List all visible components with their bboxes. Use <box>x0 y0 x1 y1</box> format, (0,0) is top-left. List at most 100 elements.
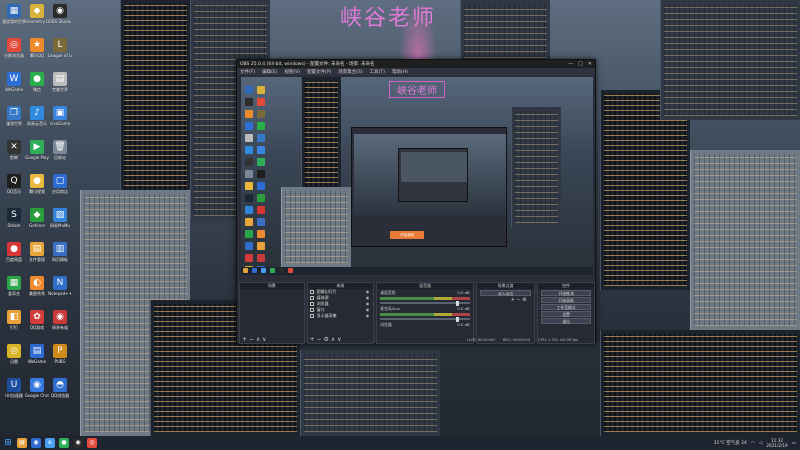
nested-preview <box>354 134 506 216</box>
desktop-icon[interactable]: ◉ OBS Studio <box>48 4 72 34</box>
desktop-icon[interactable]: ◎ 谷歌浏览器 <box>2 38 26 68</box>
wallpaper-building <box>600 330 800 436</box>
desktop-icon[interactable]: ♪ 网易云音乐 <box>25 106 49 136</box>
desktop-icon[interactable]: ▢ 应用商店 <box>48 174 72 204</box>
desktop-icon[interactable]: ▦ 漫游我的世界 <box>2 4 26 34</box>
transition-select[interactable]: 淡入淡出 <box>479 290 532 296</box>
desktop-icon[interactable]: ◎ 迅雷 <box>2 344 26 374</box>
desktop-icon-label: 回收站 <box>54 155 66 160</box>
taskbar-app-icon[interactable]: ◉ <box>31 438 41 448</box>
desktop-icon[interactable]: ▶ Google Play <box>25 140 49 170</box>
menu-help[interactable]: 帮助(H) <box>392 69 408 75</box>
desktop-icon[interactable]: ◆ Geforce <box>25 208 49 238</box>
desktop-icon[interactable]: ✿ QQ游戏 <box>25 310 49 340</box>
preview-icon <box>245 146 253 154</box>
desktop-icon-label: Google Play <box>25 155 49 160</box>
desktop-icon[interactable]: ▤ 文件管理 <box>25 242 49 272</box>
desktop-icon[interactable]: ◓ QQ浏览器 <box>48 378 72 408</box>
transitions-toolbar[interactable]: + − ⚙ <box>477 297 535 303</box>
menu-view[interactable]: 视图(V) <box>284 69 300 75</box>
desktop-icon[interactable]: ▤ 完美世界 <box>48 72 72 102</box>
menu-scene-collection[interactable]: 场景集合(S) <box>338 69 362 75</box>
desktop-icon[interactable]: ▦ 爱奇艺 <box>2 276 26 306</box>
desktop-icon[interactable]: ▤ WeGame <box>25 344 49 374</box>
sources-dock-toolbar[interactable]: + − ⚙ ∧ ∨ <box>308 336 374 343</box>
settings-button[interactable]: 设置 <box>541 311 591 317</box>
desktop-icon[interactable]: ◉ 网易有道 <box>48 310 72 340</box>
desktop-icon[interactable]: Q QQ音乐 <box>2 174 26 204</box>
notification-icon[interactable]: ▭ <box>792 441 796 446</box>
desktop-icon[interactable]: ◉Google Chrome <box>25 378 49 408</box>
desktop-icon-label: 腾讯QQ <box>29 53 45 58</box>
desktop-icon[interactable]: LLeague of Legends <box>48 38 72 68</box>
minimize-icon[interactable]: — <box>568 61 573 67</box>
system-tray: 31°C 空气良 24 ◠ ◁ 11:32 2021/2/19 ▭ <box>714 436 796 450</box>
menu-edit[interactable]: 编辑(E) <box>262 69 277 75</box>
exit-button[interactable]: 退出 <box>541 318 591 324</box>
taskbar-app-icon[interactable]: ▤ <box>17 438 27 448</box>
menu-profile[interactable]: 配置文件(P) <box>307 69 331 75</box>
app-icon: ▦ <box>7 276 21 290</box>
menu-file[interactable]: 文件(F) <box>240 69 255 75</box>
volume-slider[interactable] <box>380 300 470 306</box>
volume-icon[interactable]: ◁ <box>759 441 762 446</box>
source-type-icon <box>309 296 314 300</box>
desktop-icon[interactable]: 🗑 回收站 <box>48 140 72 170</box>
desktop-icon[interactable]: ✕ 剪映 <box>2 140 26 170</box>
desktop-icon[interactable]: ▥ 网页模板 <box>48 242 72 272</box>
volume-slider[interactable] <box>380 316 470 322</box>
desktop-icon[interactable]: ● 百度网盘 <box>2 242 26 272</box>
scenes-dock-toolbar[interactable]: + − ∧ ∨ <box>240 336 304 343</box>
track-name: 桌面音频 <box>380 290 396 295</box>
mixer-dock: 混音器 桌面音频 0.0 dB 麦克风/Aux 0.0 dB 浏览器 0.0 dB <box>376 282 474 344</box>
desktop-icon[interactable]: ▨ 网易MuMu <box>48 208 72 238</box>
app-icon: ◎ <box>7 38 21 52</box>
windows-start-icon[interactable]: ⊞ <box>3 438 13 448</box>
app-icon: L <box>53 38 67 52</box>
preview-icon <box>245 254 253 262</box>
obs-window[interactable]: OBS 25.0.4 (64-bit, windows) - 配置文件: 未命名… <box>236 59 596 344</box>
desktop-icon[interactable]: S Steam <box>2 208 26 238</box>
desktop-icon[interactable]: ▣ vivoGame <box>48 106 72 136</box>
desktop-icon[interactable]: U UU加速器 <box>2 378 26 408</box>
taskbar-clock[interactable]: 11:32 2021/2/19 <box>766 438 787 448</box>
eye-icon[interactable]: ◉ <box>366 313 370 319</box>
studio-mode-button[interactable]: 工作室模式 <box>541 304 591 310</box>
desktop-icon-label: 网易MuMu <box>50 223 70 228</box>
start-streaming-button[interactable]: 开始推流 <box>541 290 591 296</box>
weather-widget[interactable]: 31°C 空气良 24 <box>714 440 747 446</box>
desktop-icon[interactable]: ● 腾讯视频 <box>25 174 49 204</box>
desktop-icon[interactable]: ● 微信 <box>25 72 49 102</box>
obs-preview-canvas[interactable]: 峡谷老师 开始录制 <box>241 77 593 275</box>
app-icon: ▤ <box>53 72 67 86</box>
preview-desktop-icons <box>243 85 273 275</box>
transitions-dock: 场景过渡 淡入淡出 + − ⚙ <box>475 282 536 344</box>
desktop-icon[interactable]: P PUBG <box>48 344 72 374</box>
start-recording-button[interactable]: 开始录制 <box>541 297 591 303</box>
preview-icon <box>245 218 253 226</box>
desktop-icon[interactable]: N Notepad++ <box>48 276 72 306</box>
close-icon[interactable]: ✕ <box>588 61 592 67</box>
desktop-icon-label: 文件管理 <box>29 257 45 262</box>
track-db: 0.0 dB <box>457 290 470 295</box>
taskbar-app-icon[interactable]: ◉ <box>73 438 83 448</box>
obs-titlebar[interactable]: OBS 25.0.4 (64-bit, windows) - 配置文件: 未命名… <box>237 60 595 68</box>
taskbar-app-icon[interactable]: e <box>45 438 55 448</box>
network-icon[interactable]: ◠ <box>751 441 755 446</box>
desktop-icon[interactable]: ◧ 钉钉 <box>2 310 26 340</box>
desktop-icon[interactable]: W WeGame <box>2 72 26 102</box>
desktop-icon[interactable]: ◆Geometry Dash <box>25 4 49 34</box>
desktop-icon[interactable]: ❐ 漫游世界 <box>2 106 26 136</box>
scenes-dock: 场景 + − ∧ ∨ <box>239 282 305 344</box>
desktop-icon-label: 谷歌浏览器 <box>4 53 24 58</box>
maximize-icon[interactable]: □ <box>578 61 583 67</box>
app-icon: ✕ <box>7 140 21 154</box>
source-item[interactable]: 显示器采集 ◉ <box>308 313 374 319</box>
taskbar-app-icon[interactable]: ● <box>59 438 69 448</box>
desktop-icon[interactable]: ★ 腾讯QQ <box>25 38 49 68</box>
preview-icon <box>257 122 265 130</box>
taskbar-app-icon[interactable]: ◎ <box>87 438 97 448</box>
desktop-icon-label: QQ浏览器 <box>50 393 70 398</box>
menu-tools[interactable]: 工具(T) <box>370 69 385 75</box>
desktop-icon[interactable]: ◐ 美图秀秀 <box>25 276 49 306</box>
